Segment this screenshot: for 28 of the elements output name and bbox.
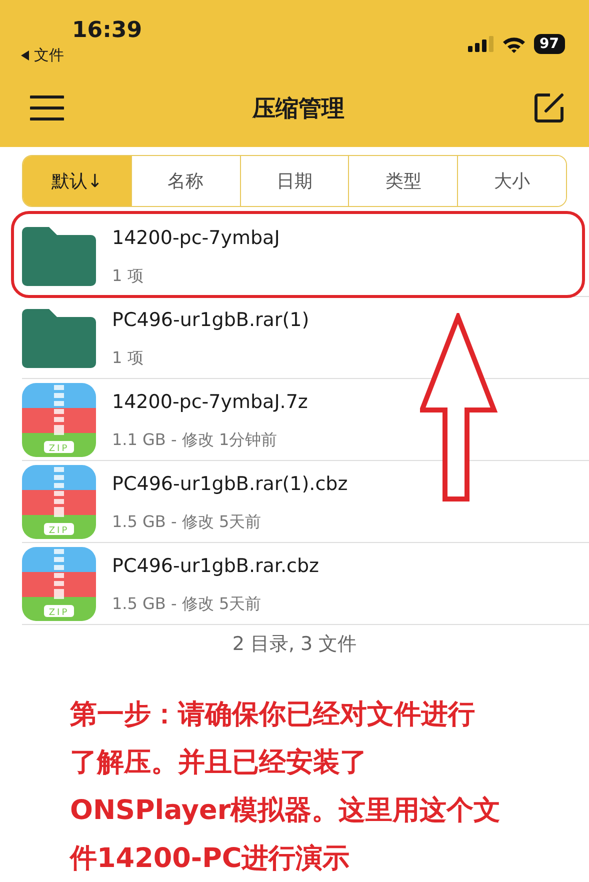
file-count-summary: 2 目录, 3 文件: [231, 632, 358, 657]
file-name[interactable]: PC496-ur1gbB.rar.cbz: [112, 554, 320, 578]
file-detail: 1.5 GB - 修改 5天前: [112, 512, 262, 532]
menu-icon[interactable]: [30, 94, 64, 122]
edit-icon[interactable]: [533, 92, 565, 124]
instruction-caption: ONSPlayer模拟器。这里用这个文: [70, 794, 502, 828]
sort-tab[interactable]: 默认↓: [23, 156, 131, 206]
file-name[interactable]: PC496-ur1gbB.rar(1): [112, 308, 310, 332]
back-link[interactable]: 文件: [34, 46, 64, 65]
file-detail: 1.1 GB - 修改 1分钟前: [112, 430, 278, 450]
signal-icon: [468, 36, 494, 52]
file-detail: 1 项: [112, 348, 144, 368]
instruction-caption: 件14200-PC进行演示: [70, 842, 351, 876]
file-name[interactable]: 14200-pc-7ymbaJ.7z: [112, 390, 308, 414]
folder-icon: [22, 226, 96, 286]
wifi-icon: [502, 36, 526, 52]
file-detail: 1 项: [112, 266, 144, 286]
instruction-caption: 了解压。并且已经安装了: [70, 746, 368, 780]
file-name[interactable]: PC496-ur1gbB.rar(1).cbz: [112, 472, 348, 496]
page-title: 压缩管理: [252, 94, 344, 124]
battery-indicator: 97: [534, 34, 565, 54]
file-detail: 1.5 GB - 修改 5天前: [112, 594, 262, 614]
instruction-caption: 第一步：请确保你已经对文件进行: [70, 698, 476, 732]
back-arrow-icon: [20, 50, 30, 61]
file-name[interactable]: 14200-pc-7ymbaJ: [112, 226, 280, 250]
status-time: 16:39: [72, 18, 142, 44]
folder-icon: [22, 308, 96, 368]
sort-tab[interactable]: 大小: [457, 156, 566, 206]
